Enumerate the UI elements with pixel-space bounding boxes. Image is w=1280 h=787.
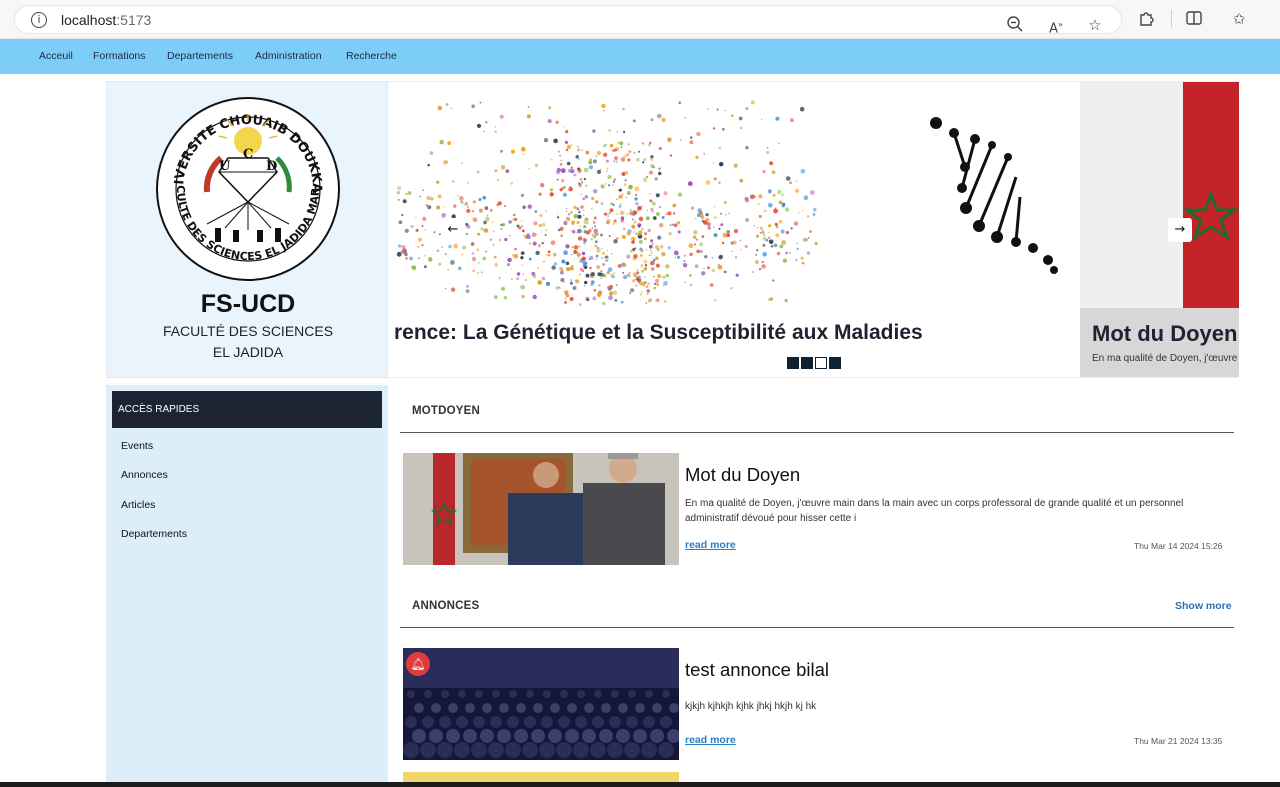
- split-screen-icon[interactable]: [1184, 9, 1204, 29]
- toolbar-separator: [1171, 10, 1172, 28]
- carousel-dot[interactable]: [801, 357, 813, 369]
- annonce-card-date: Thu Mar 21 2024 13:35: [1134, 736, 1223, 746]
- sidebar-link-articles[interactable]: Articles: [121, 499, 155, 511]
- annonce-read-more-link[interactable]: read more: [685, 734, 736, 746]
- section-title-motdoyen: MOTDOYEN: [412, 405, 481, 417]
- os-taskbar-edge: [0, 782, 1280, 787]
- favorites-icon[interactable]: ✩: [1229, 9, 1249, 29]
- top-navigation: Acceuil Formations Departements Administ…: [0, 39, 1280, 74]
- svg-text:U: U: [219, 159, 231, 174]
- browser-toolbar: i localhost:5173 A» ☆ ✩: [0, 0, 1280, 39]
- svg-text:D: D: [266, 159, 277, 174]
- brand-subtitle-line1: FACULTÉ DES SCIENCES: [162, 323, 334, 339]
- motdoyen-card-date: Thu Mar 14 2024 15:26: [1134, 541, 1223, 551]
- annonce-photo: 🔔︎: [403, 648, 679, 760]
- carousel-slide-caption: rence: La Génétique et la Susceptibilité…: [394, 321, 923, 344]
- nav-item-recherche[interactable]: Recherche: [346, 50, 397, 62]
- site-info-icon[interactable]: i: [31, 12, 47, 28]
- section-title-annonces: ANNONCES: [412, 600, 480, 612]
- section-divider: [400, 627, 1234, 628]
- carousel-slide-genetics[interactable]: rence: La Génétique et la Susceptibilité…: [388, 82, 1080, 377]
- quick-access-sidebar: ACCÈS RAPIDES Events Annonces Articles D…: [106, 385, 388, 787]
- annonce-card-text: kjkjh kjhkjh kjhk jhkj hkjh kj hk: [685, 701, 817, 712]
- annonces-show-more-link[interactable]: Show more: [1175, 600, 1232, 612]
- carousel-dot[interactable]: [787, 357, 799, 369]
- motdoyen-card-text: En ma qualité de Doyen, j'œuvre main dan…: [685, 498, 1184, 524]
- url-text[interactable]: localhost:5173: [61, 12, 151, 28]
- nav-item-departements[interactable]: Departements: [167, 50, 233, 62]
- sidebar-link-events[interactable]: Events: [121, 440, 153, 452]
- carousel-next-button[interactable]: →: [1168, 218, 1192, 242]
- extensions-icon[interactable]: [1137, 9, 1157, 29]
- university-seal-logo: UNIVERSITE CHOUAIB DOUKKALI FACULTE DES …: [155, 96, 340, 281]
- annonce-card-title[interactable]: test annonce bilal: [685, 659, 829, 681]
- carousel-dot[interactable]: [829, 357, 841, 369]
- zoom-out-icon[interactable]: [1005, 15, 1025, 35]
- motdoyen-card-title[interactable]: Mot du Doyen: [685, 464, 800, 486]
- read-aloud-icon[interactable]: A»: [1046, 15, 1066, 36]
- brand-subtitle-line2: EL JADIDA: [212, 344, 284, 360]
- sidebar-heading: ACCÈS RAPIDES: [112, 391, 382, 428]
- hero-carousel[interactable]: rence: La Génétique et la Susceptibilité…: [388, 81, 1239, 378]
- slide-b-text: En ma qualité de Doyen, j'œuvre: [1092, 353, 1238, 364]
- doyen-photo: [403, 453, 679, 565]
- section-divider: [400, 432, 1234, 433]
- carousel-prev-button[interactable]: ←: [441, 218, 465, 242]
- bell-icon: 🔔︎: [406, 652, 430, 676]
- address-bar[interactable]: i localhost:5173 A» ☆: [14, 5, 1122, 36]
- sidebar-link-annonces[interactable]: Annonces: [121, 469, 168, 481]
- sidebar-link-departements[interactable]: Departements: [121, 528, 187, 540]
- svg-text:C: C: [243, 147, 253, 162]
- carousel-indicators: [787, 357, 841, 369]
- logo-panel: UNIVERSITE CHOUAIB DOUKKALI FACULTE DES …: [106, 81, 388, 378]
- slide-b-title: Mot du Doyen: [1092, 321, 1238, 346]
- favorite-star-icon[interactable]: ☆: [1085, 15, 1105, 35]
- nav-item-acceuil[interactable]: Acceuil: [39, 50, 73, 62]
- carousel-slide-mot-du-doyen[interactable]: Mot du Doyen En ma qualité de Doyen, j'œ…: [1080, 82, 1239, 377]
- nav-item-formations[interactable]: Formations: [93, 50, 146, 62]
- nav-item-administration[interactable]: Administration: [255, 50, 322, 62]
- morocco-flag-image: [1182, 82, 1239, 308]
- motdoyen-read-more-link[interactable]: read more: [685, 539, 736, 551]
- carousel-dot-active[interactable]: [815, 357, 827, 369]
- brand-title: FS-UCD: [200, 290, 296, 318]
